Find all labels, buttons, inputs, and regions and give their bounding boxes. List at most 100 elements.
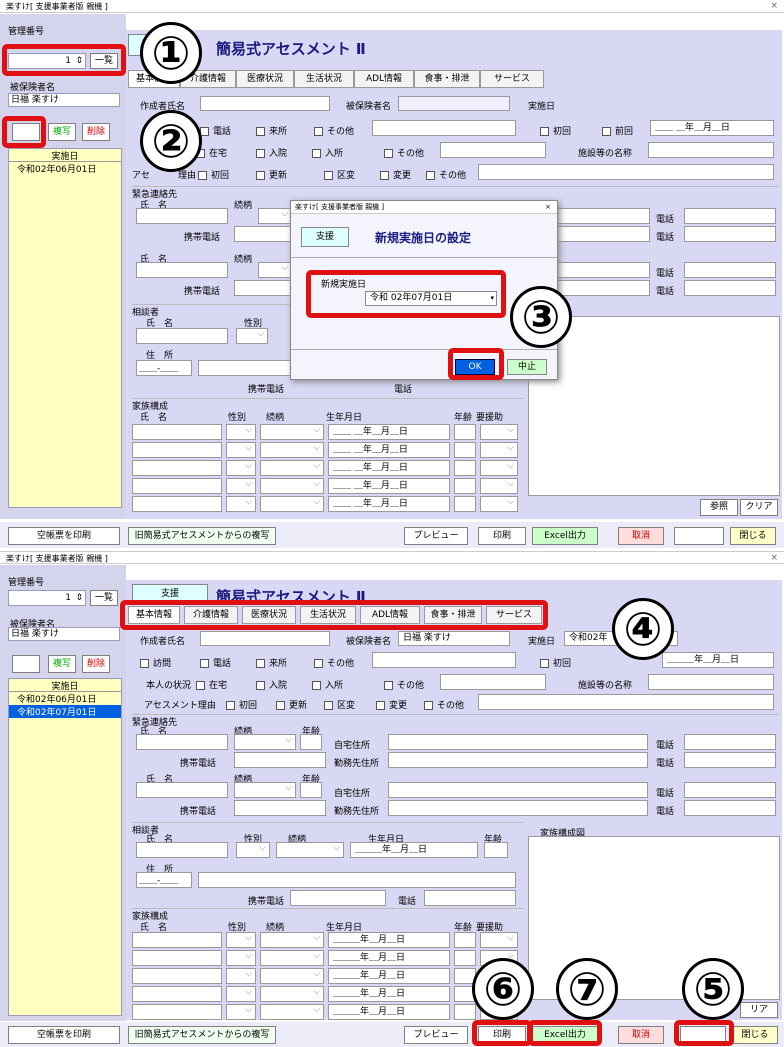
status-other-input-2[interactable] [440,674,546,690]
family-name-input[interactable] [132,932,222,948]
first-check[interactable]: 初回 [540,124,571,137]
family-relation-select[interactable] [260,968,324,984]
tab-adl[interactable]: ADL情報 [354,70,414,88]
family-chart-area[interactable] [528,316,780,496]
family-name-input[interactable] [132,1004,222,1020]
reason-first-2[interactable]: 初回 [226,698,257,711]
e2-mobile-input-2[interactable] [234,800,326,816]
reason-first[interactable]: 初回 [198,168,229,181]
creator-input-2[interactable] [200,631,330,646]
c-phone-input-2[interactable] [424,890,516,906]
checkbox-icon[interactable] [384,149,393,158]
new-button-2[interactable]: 新規 [12,655,40,673]
emergency2-phone-input[interactable] [684,262,776,278]
c-birth-picker-2[interactable]: ＿＿＿年＿月＿日 [350,842,478,858]
family-birth-picker[interactable]: ＿＿＿年＿月＿日 [328,932,450,948]
visit-other-input-2[interactable] [372,652,516,668]
emergency-phone-input[interactable] [684,208,776,224]
copy-old-button-2[interactable]: 旧簡易式アセスメントからの複写 [128,1026,276,1044]
consultant-address-input[interactable] [198,360,292,376]
emergency2-relation-select[interactable] [258,262,292,278]
family-relation-select[interactable] [260,1004,324,1020]
reason-renew[interactable]: 更新 [256,168,287,181]
family-relation-select[interactable] [260,460,324,476]
e2-work-input-2[interactable] [388,800,648,816]
e1-name-input-2[interactable] [136,734,228,750]
e1-relation-select-2[interactable] [234,734,296,750]
prev-date-picker-2[interactable]: ＿＿＿年＿月＿日 [662,652,774,668]
family-relation-select[interactable] [260,986,324,1002]
emergency2-name-input[interactable] [136,262,228,278]
checkbox-icon[interactable] [426,171,435,180]
checkbox-icon[interactable] [314,659,323,668]
c-postal-input-2[interactable]: ＿＿-＿＿ [136,872,192,888]
e1-phone2-input-2[interactable] [684,752,776,768]
date-list-item[interactable]: 令和02年06月01日 [9,692,121,705]
checkbox-icon[interactable] [380,171,389,180]
family-age-input[interactable] [454,424,476,440]
emergency-relation-select[interactable] [258,208,292,224]
status-other[interactable]: その他 [384,146,424,159]
family-gender-select[interactable] [226,496,256,512]
print-button[interactable]: 印刷 [478,527,526,545]
register-button[interactable]: 登録 [674,527,724,545]
family-relation-select[interactable] [260,424,324,440]
c-address-input-2[interactable] [198,872,516,888]
copy-old-button[interactable]: 旧簡易式アセスメントからの複写 [128,527,276,545]
family-name-input[interactable] [132,968,222,984]
dialog-close-icon[interactable]: × [545,201,551,214]
status-other-2[interactable]: その他 [384,678,424,691]
e2-name-input-2[interactable] [136,782,228,798]
tab-service[interactable]: サービス [480,70,544,88]
print-blank-button-2[interactable]: 空帳票を印刷 [8,1026,120,1044]
family-age-input[interactable] [454,478,476,494]
emergency2-phone2-input[interactable] [684,280,776,296]
family-gender-select[interactable] [226,932,256,948]
checkbox-icon[interactable] [200,659,209,668]
creator-input[interactable] [200,96,330,111]
family-relation-select[interactable] [260,478,324,494]
family-age-input[interactable] [454,932,476,948]
cancel-button-2[interactable]: 取消 [618,1026,664,1044]
facility-input[interactable] [648,142,774,158]
family-birth-picker[interactable]: ＿＿＿年＿月＿日 [328,968,450,984]
reason-other-2[interactable]: その他 [424,698,464,711]
reason-change[interactable]: 変更 [380,168,411,181]
close-button-2[interactable]: 閉じる [732,1026,778,1044]
clear-button-2[interactable]: リア [740,1002,778,1018]
checkbox-icon[interactable] [540,659,549,668]
status-hospital[interactable]: 入院 [256,146,287,159]
reason-other-input[interactable] [478,164,774,180]
family-age-input[interactable] [454,442,476,458]
print-blank-button[interactable]: 空帳票を印刷 [8,527,120,545]
cancel-button[interactable]: 取消 [618,527,664,545]
family-care-select[interactable] [480,496,518,512]
emergency-phone2-input[interactable] [684,226,776,242]
checkbox-icon[interactable] [324,171,333,180]
family-care-select[interactable] [480,424,518,440]
tab-meal[interactable]: 食事・排泄 [414,70,480,88]
reason-change-level-2[interactable]: 区変 [324,698,355,711]
family-birth-picker[interactable]: ＿＿ ＿年＿月＿日 [328,460,450,476]
checkbox-icon[interactable] [256,127,265,136]
family-gender-select[interactable] [226,442,256,458]
reason-other[interactable]: その他 [426,168,466,181]
family-gender-select[interactable] [226,424,256,440]
e2-phone-input-2[interactable] [684,782,776,798]
delete-button[interactable]: 削除 [82,123,110,141]
checkbox-icon[interactable] [226,701,235,710]
copy-button-2[interactable]: 複写 [48,655,76,673]
e1-mobile-input-2[interactable] [234,752,326,768]
spinner-icon[interactable]: ⇕ [75,591,83,605]
emergency-work-input[interactable] [556,226,650,242]
c-relation-select-2[interactable] [276,842,344,858]
preview-button-2[interactable]: プレビュー [404,1026,468,1044]
checkbox-icon[interactable] [198,171,207,180]
checkbox-icon[interactable] [256,681,265,690]
family-care-select[interactable] [480,460,518,476]
visit-phone[interactable]: 電話 [200,124,231,137]
ref-button[interactable]: 参照 [700,499,738,516]
consultant-gender-select[interactable] [236,328,268,344]
visit-other-input[interactable] [372,120,516,136]
status-facility-2[interactable]: 入所 [312,678,343,691]
